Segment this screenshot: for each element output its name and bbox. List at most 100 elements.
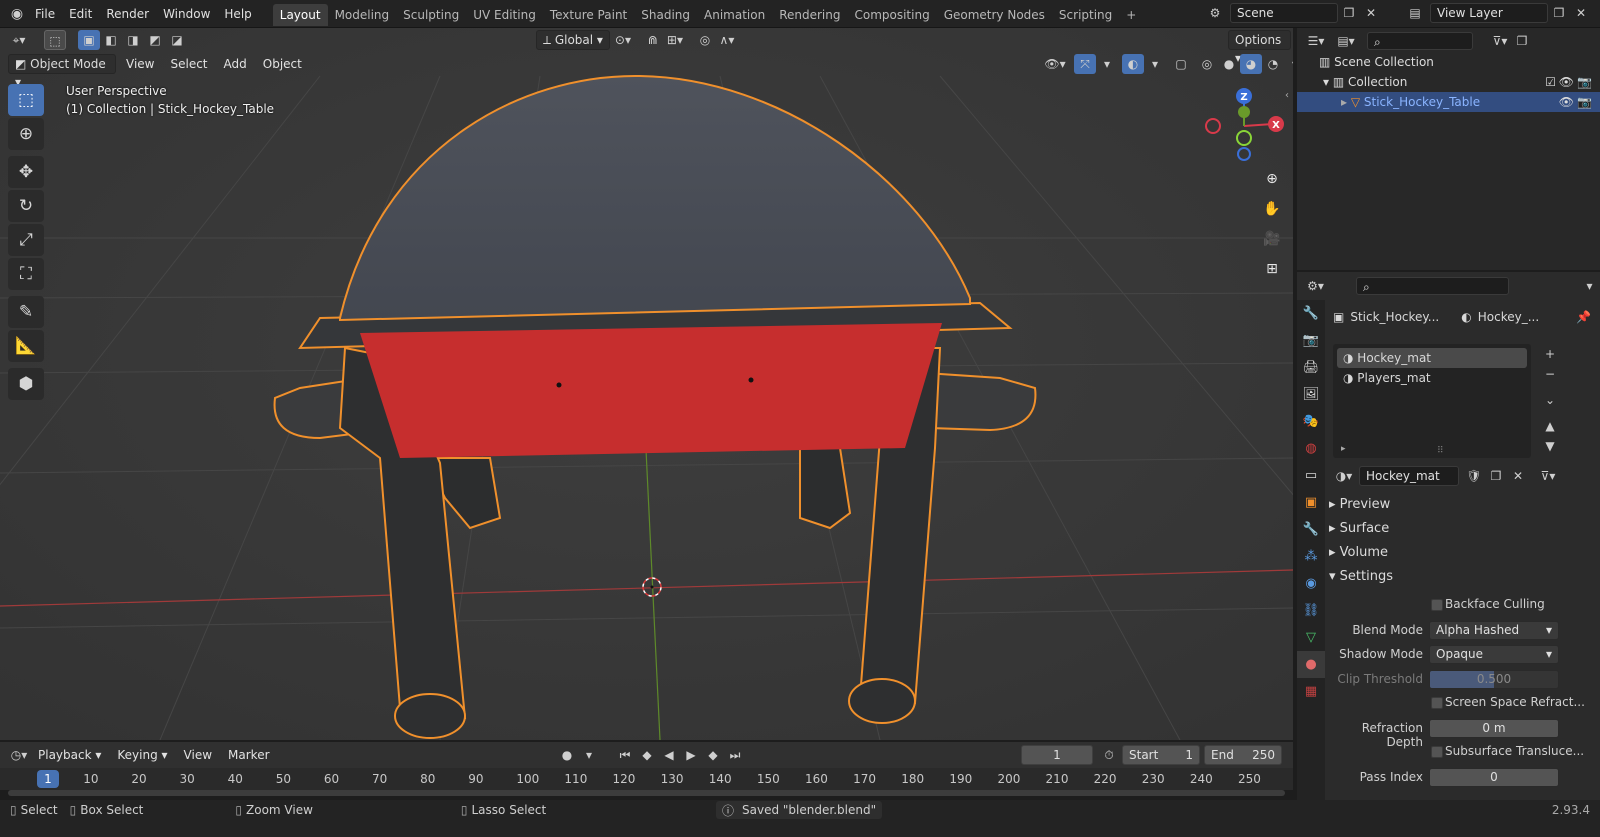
- timeline-menu-view[interactable]: View: [176, 743, 220, 767]
- expand-arrow-icon[interactable]: ▾: [1323, 75, 1333, 89]
- proportional-edit-icon[interactable]: ◎: [694, 30, 716, 50]
- blend-mode-dropdown[interactable]: Alpha Hashed ▾: [1429, 621, 1559, 640]
- panel-volume[interactable]: ▸ Volume: [1329, 542, 1597, 564]
- select-box-tool[interactable]: ⬚: [8, 84, 44, 116]
- transform-orientation-dropdown[interactable]: ⟂ Global ▾: [536, 30, 610, 50]
- clip-threshold-slider[interactable]: 0.500: [1429, 670, 1559, 689]
- stopwatch-icon[interactable]: ⏱: [1098, 745, 1120, 765]
- slot-specials-icon[interactable]: ⌄: [1539, 390, 1561, 410]
- timeline-menu-marker[interactable]: Marker: [220, 743, 277, 767]
- current-frame-field[interactable]: 1: [1021, 745, 1093, 765]
- move-slot-up-icon[interactable]: ▲: [1539, 416, 1561, 436]
- shading-dropdown-icon[interactable]: ▾: [1284, 54, 1293, 74]
- jump-start-icon[interactable]: ⏮: [614, 745, 636, 765]
- resize-handle-icon[interactable]: ⠿: [1437, 446, 1444, 456]
- end-frame-field[interactable]: End 250: [1204, 745, 1282, 765]
- new-collection-icon[interactable]: ❐: [1511, 31, 1533, 51]
- material-slot-hockey[interactable]: ◑ Hockey_mat: [1337, 348, 1527, 368]
- overlay-toggle-icon[interactable]: ◐: [1122, 54, 1144, 74]
- 3d-viewport[interactable]: Z X ⌖▾ ⬚ ▣ ◧ ◨ ◩ ◪ ⟂ Global ▾ ⊙▾ ⋒ ⊞▾ ◎ …: [0, 28, 1293, 740]
- render-tab-icon[interactable]: 📷: [1297, 327, 1325, 354]
- refraction-depth-field[interactable]: 0 m: [1429, 719, 1559, 738]
- status-report[interactable]: ⓘ Saved "blender.blend": [716, 801, 883, 819]
- object-render-icon[interactable]: 📷: [1577, 92, 1592, 112]
- fake-user-icon[interactable]: 🛡: [1463, 466, 1485, 486]
- material-slot-players[interactable]: ◑ Players_mat: [1333, 368, 1531, 388]
- xray-toggle-icon[interactable]: ▢: [1170, 54, 1192, 74]
- tab-modeling[interactable]: Modeling: [328, 4, 397, 26]
- outliner-scene-collection[interactable]: ▥ Scene Collection: [1297, 52, 1600, 72]
- scale-tool[interactable]: ⤢: [8, 224, 44, 256]
- exclude-checkbox-icon[interactable]: ☑: [1545, 72, 1556, 92]
- delete-view-layer-icon[interactable]: ✕: [1570, 3, 1592, 23]
- move-tool[interactable]: ✥: [8, 156, 44, 188]
- ortho-grid-icon[interactable]: ⊞: [1259, 256, 1285, 282]
- options-dropdown[interactable]: Options ▾: [1228, 30, 1291, 65]
- timeline-menu-keying[interactable]: Keying ▾: [109, 743, 175, 767]
- scene-field[interactable]: Scene: [1230, 3, 1338, 23]
- timeline-editor-icon[interactable]: ◷▾: [8, 745, 30, 765]
- display-mode-icon[interactable]: ▤▾: [1335, 31, 1357, 51]
- transform-tool[interactable]: ⛶: [8, 258, 44, 290]
- collection-tab-icon[interactable]: ▭: [1297, 462, 1325, 489]
- new-view-layer-icon[interactable]: ❐: [1548, 3, 1570, 23]
- outliner-editor-icon[interactable]: ☰▾: [1305, 31, 1327, 51]
- camera-view-icon[interactable]: 🎥: [1259, 226, 1285, 252]
- material-name-field[interactable]: Hockey_mat: [1359, 466, 1459, 486]
- outliner-search-input[interactable]: ⌕: [1367, 32, 1473, 50]
- sidebar-toggle-icon[interactable]: ‹: [1285, 90, 1289, 101]
- add-cube-tool[interactable]: ⬢: [8, 368, 44, 400]
- gizmo-dropdown-icon[interactable]: ▾: [1096, 54, 1118, 74]
- overlay-dropdown-icon[interactable]: ▾: [1144, 54, 1166, 74]
- expand-arrow-icon[interactable]: ▸: [1341, 95, 1351, 109]
- menu-window[interactable]: Window: [156, 0, 217, 28]
- panel-surface[interactable]: ▸ Surface: [1329, 518, 1597, 540]
- expand-list-icon[interactable]: ▸: [1341, 444, 1346, 454]
- scene-canvas[interactable]: Z X: [0, 28, 1293, 740]
- timeline-ruler[interactable]: 1 10 20 30 40 50 60 70 80 90 100 110 120 130 140 150 160…: [0, 768, 1293, 790]
- screen-space-refraction-checkbox[interactable]: [1431, 697, 1443, 709]
- new-scene-icon[interactable]: ❐: [1338, 3, 1360, 23]
- view-layer-icon[interactable]: ▤: [1404, 3, 1426, 23]
- tab-animation[interactable]: Animation: [697, 4, 772, 26]
- object-visibility-icon[interactable]: 👁: [1559, 92, 1574, 112]
- editor-type-icon[interactable]: ⌖▾: [8, 30, 30, 50]
- tab-compositing[interactable]: Compositing: [847, 4, 936, 26]
- output-tab-icon[interactable]: 🖨: [1297, 354, 1325, 381]
- viewport-menu-view[interactable]: View: [118, 52, 162, 76]
- play-icon[interactable]: ▶: [680, 745, 702, 765]
- pivot-point-icon[interactable]: ⊙▾: [612, 30, 634, 50]
- measure-tool[interactable]: 📐: [8, 330, 44, 362]
- unlink-material-icon[interactable]: ✕: [1507, 466, 1529, 486]
- shading-material-icon[interactable]: ◕: [1240, 54, 1262, 74]
- tab-layout[interactable]: Layout: [272, 4, 328, 26]
- collection-render-icon[interactable]: 📷: [1577, 72, 1592, 92]
- cursor-tool[interactable]: ⊕: [8, 118, 44, 150]
- playhead-frame[interactable]: 1: [37, 770, 59, 788]
- delete-scene-icon[interactable]: ✕: [1360, 3, 1382, 23]
- pin-icon[interactable]: 📌: [1576, 310, 1591, 324]
- properties-search-input[interactable]: ⌕: [1355, 277, 1510, 295]
- jump-end-icon[interactable]: ⏭: [724, 745, 746, 765]
- backface-culling-checkbox[interactable]: [1431, 599, 1443, 611]
- physics-tab-icon[interactable]: ◉: [1297, 570, 1325, 597]
- blender-logo-icon[interactable]: ◉: [6, 4, 28, 24]
- outliner-object-row[interactable]: ▸ ▽ Stick_Hockey_Table 👁 📷: [1297, 92, 1600, 112]
- scene-icon[interactable]: ⚙: [1204, 3, 1226, 23]
- timeline-scrollbar[interactable]: [8, 790, 1285, 796]
- tab-uv-editing[interactable]: UV Editing: [466, 4, 543, 26]
- data-tab-icon[interactable]: ▽: [1297, 624, 1325, 651]
- proportional-falloff-icon[interactable]: ∧▾: [716, 30, 738, 50]
- record-icon[interactable]: ●: [556, 745, 578, 765]
- view-layer-field[interactable]: View Layer: [1430, 3, 1548, 23]
- prev-keyframe-icon[interactable]: ◆: [636, 745, 658, 765]
- tab-geometry-nodes[interactable]: Geometry Nodes: [937, 4, 1052, 26]
- outliner-collection[interactable]: ▾ ▥ Collection ☑ 👁 📷: [1297, 72, 1600, 92]
- shadow-mode-dropdown[interactable]: Opaque ▾: [1429, 645, 1559, 664]
- mode-extend-selection-icon[interactable]: ◧: [100, 30, 122, 50]
- properties-editor-icon[interactable]: ⚙▾: [1305, 276, 1326, 296]
- mode-dropdown[interactable]: ◩ Object Mode ▾: [8, 54, 116, 89]
- texture-tab-icon[interactable]: ▦: [1297, 678, 1325, 705]
- record-dropdown-icon[interactable]: ▾: [578, 745, 600, 765]
- viewport-menu-object[interactable]: Object: [255, 52, 310, 76]
